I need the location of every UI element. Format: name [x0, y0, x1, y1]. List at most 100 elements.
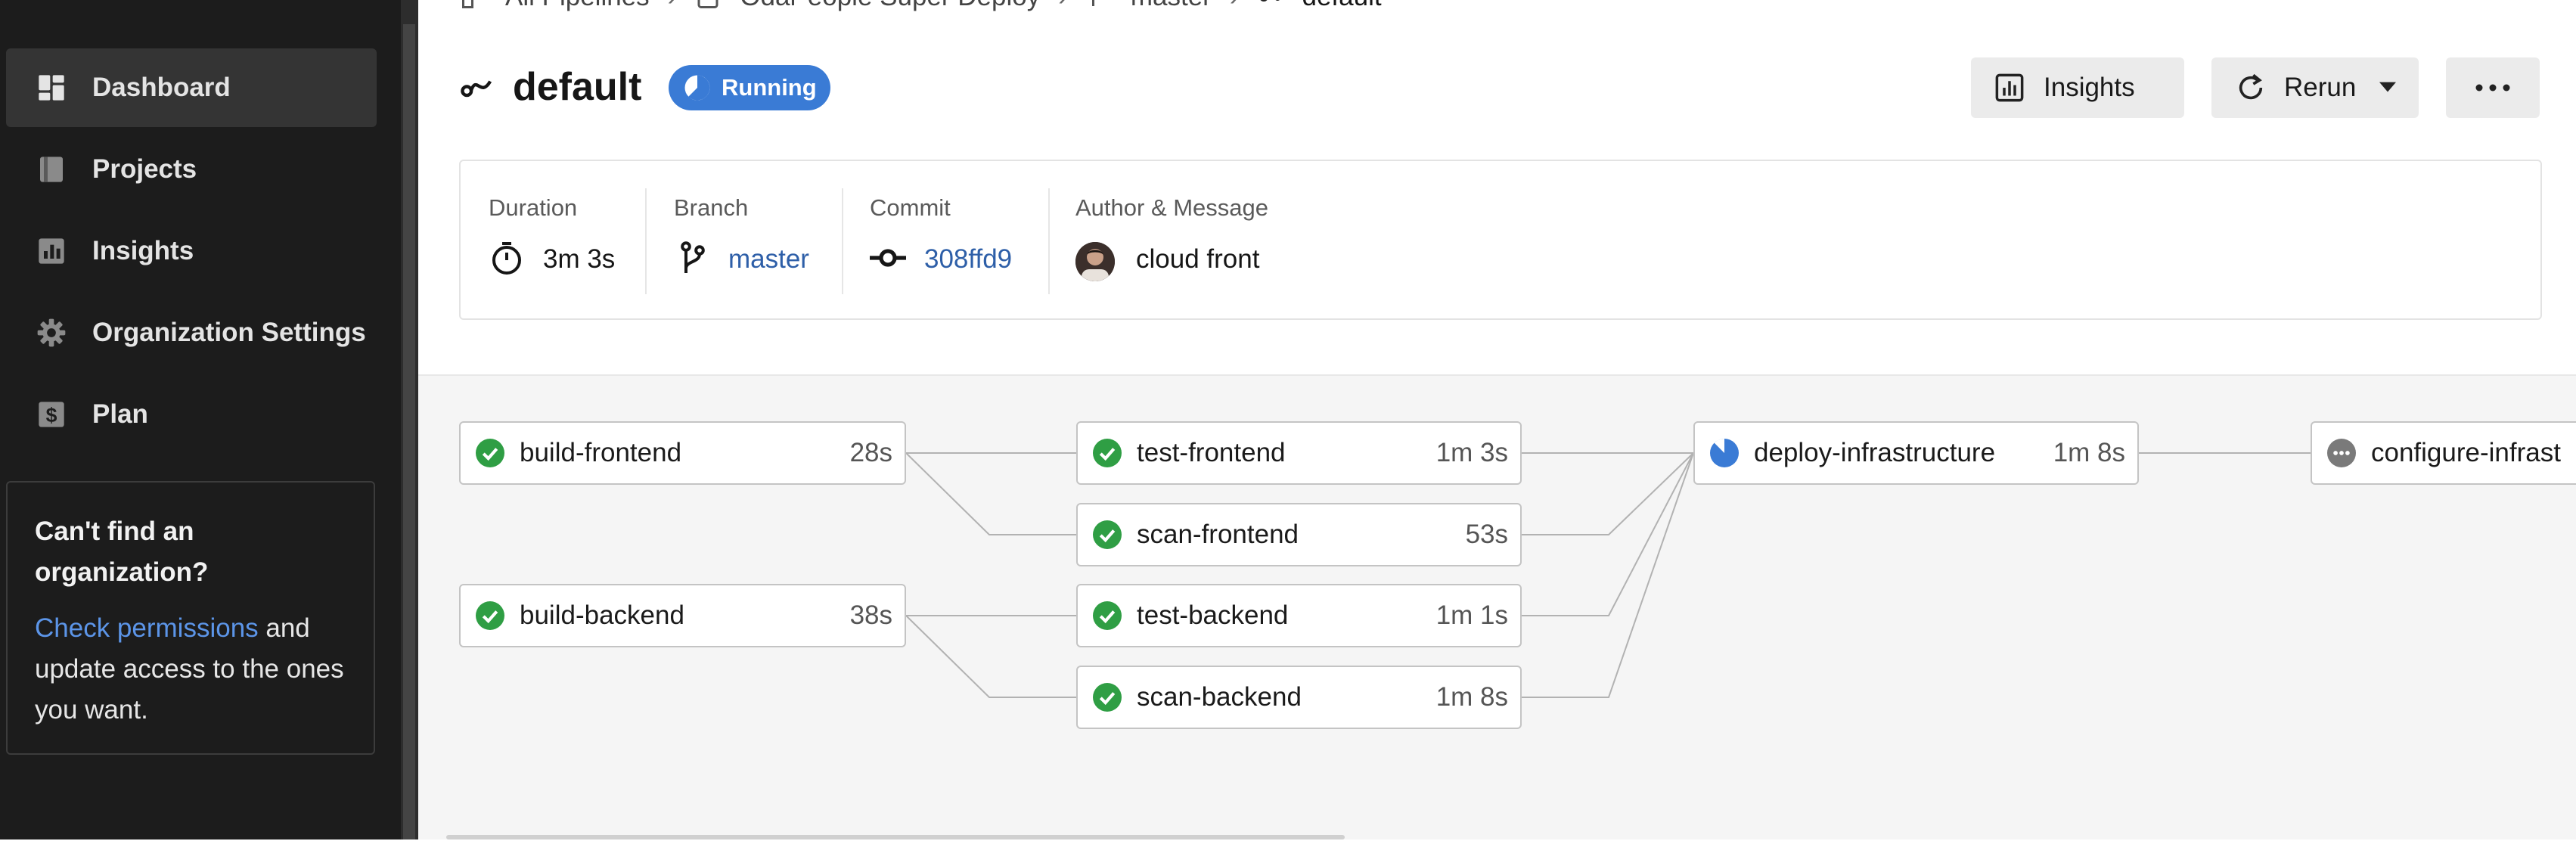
success-check-icon [476, 601, 504, 630]
insights-icon [39, 238, 64, 264]
breadcrumb-workflow[interactable]: default [1302, 0, 1382, 12]
job-duration: 1m 8s [1435, 682, 1508, 712]
duration-value: 3m 3s [543, 244, 616, 274]
sidebar-item-label: Projects [92, 154, 197, 184]
job-configure-infrastructure[interactable]: configure-infrast [2311, 421, 2576, 485]
success-check-icon [476, 439, 504, 467]
breadcrumb-separator-icon: › [668, 0, 677, 12]
breadcrumb: All Pipelines › Odar-eople Super Deploy … [460, 0, 1382, 12]
connector [1522, 452, 1694, 698]
refresh-icon [2239, 73, 2263, 100]
workflow-icon [1260, 0, 1280, 2]
breadcrumb-separator-icon: › [1230, 0, 1239, 12]
graph-scrollbar[interactable] [446, 835, 1345, 839]
insights-button[interactable]: Insights [1971, 57, 2184, 118]
avatar [1075, 242, 1115, 281]
breadcrumb-separator-icon: › [1058, 0, 1067, 12]
check-permissions-link[interactable]: Check permissions [35, 613, 259, 643]
project-icon [697, 0, 718, 8]
job-build-frontend[interactable]: build-frontend 28s [459, 421, 906, 485]
help-card: Can't find an organization? Check permiss… [6, 481, 375, 755]
workflow-icon [461, 80, 492, 98]
connector [1522, 452, 1694, 535]
job-name: scan-frontend [1137, 520, 1299, 549]
sidebar-item-organization-settings[interactable]: Organization Settings [6, 293, 377, 372]
more-icon [2475, 84, 2510, 92]
sidebar-item-label: Insights [92, 236, 194, 265]
sidebar: Dashboard Projects Insights Organization… [0, 0, 401, 839]
job-name: deploy-infrastructure [1754, 438, 1996, 467]
job-test-backend[interactable]: test-backend 1m 1s [1076, 584, 1522, 647]
running-icon [1710, 439, 1739, 467]
sidebar-item-label: Plan [92, 399, 148, 429]
commit-link[interactable]: 308ffd9 [924, 244, 1012, 275]
branch-icon [681, 241, 705, 273]
sidebar-item-label: Organization Settings [92, 318, 366, 347]
sidebar-item-projects[interactable]: Projects [6, 130, 377, 209]
connector [905, 615, 1076, 698]
dollar-icon: $ [39, 402, 64, 427]
success-check-icon [1093, 601, 1122, 630]
pipelines-icon [462, 0, 473, 8]
sidebar-item-label: Dashboard [92, 73, 231, 102]
author-label: Author & Message [1075, 194, 1269, 221]
help-title: Can't find an organization? [35, 517, 209, 587]
job-build-backend[interactable]: build-backend 38s [459, 584, 906, 647]
pipeline-info-card: Duration 3m 3s Branch master Commit 308f… [459, 160, 2542, 320]
pending-icon [2327, 439, 2356, 467]
timer-icon [492, 242, 521, 275]
sidebar-item-insights[interactable]: Insights [6, 212, 377, 290]
job-name: build-frontend [520, 438, 682, 467]
commit-label: Commit [870, 194, 951, 221]
job-duration: 28s [849, 438, 892, 467]
job-duration: 53s [1465, 520, 1508, 549]
gear-icon [37, 318, 66, 347]
job-name: build-backend [520, 600, 684, 630]
job-duration: 1m 3s [1435, 438, 1508, 467]
insights-icon [1995, 73, 2024, 102]
job-duration: 38s [849, 600, 892, 630]
author-value: cloud front [1136, 244, 1260, 274]
projects-icon [40, 157, 63, 182]
job-name: test-backend [1137, 600, 1289, 630]
breadcrumb-branch[interactable]: master [1131, 0, 1212, 12]
branch-label: Branch [674, 194, 749, 221]
branch-icon [1091, 0, 1094, 6]
rerun-button-label: Rerun [2284, 73, 2357, 102]
insights-button-label: Insights [2044, 73, 2135, 102]
job-name: test-frontend [1137, 438, 1286, 467]
divider [1048, 188, 1050, 294]
divider [842, 188, 843, 294]
status-text: Running [722, 74, 817, 101]
svg-text:$: $ [46, 404, 57, 427]
breadcrumb-project[interactable]: Odar-eople Super Deploy [740, 0, 1040, 12]
job-test-frontend[interactable]: test-frontend 1m 3s [1076, 421, 1522, 485]
job-name: configure-infrast [2371, 438, 2561, 467]
job-name: scan-backend [1137, 682, 1302, 712]
branch-link[interactable]: master [728, 244, 809, 275]
duration-label: Duration [489, 194, 578, 221]
breadcrumb-all-pipelines[interactable]: All Pipelines [505, 0, 650, 12]
job-scan-backend[interactable]: scan-backend 1m 8s [1076, 666, 1522, 729]
job-scan-frontend[interactable]: scan-frontend 53s [1076, 503, 1522, 566]
user-avatar-icon [1075, 242, 1115, 281]
job-deploy-infrastructure[interactable]: deploy-infrastructure 1m 8s [1693, 421, 2139, 485]
sidebar-item-plan[interactable]: $ Plan [6, 375, 377, 454]
chevron-down-icon [2379, 82, 2396, 92]
commit-icon [870, 249, 906, 267]
page-title: default [513, 65, 642, 109]
job-duration: 1m 8s [2053, 438, 2125, 467]
workflow-graph: build-frontend 28s build-backend 38s tes… [418, 374, 2576, 839]
connector [905, 452, 1076, 535]
job-duration: 1m 1s [1435, 600, 1508, 630]
status-badge: Running [669, 65, 830, 110]
success-check-icon [1093, 439, 1122, 467]
success-check-icon [1093, 683, 1122, 712]
more-options-button[interactable] [2446, 57, 2540, 118]
rerun-button[interactable]: Rerun [2211, 57, 2419, 118]
divider [645, 188, 647, 294]
sidebar-scrollbar-thumb[interactable] [403, 24, 415, 839]
sidebar-item-dashboard[interactable]: Dashboard [6, 48, 377, 127]
success-check-icon [1093, 520, 1122, 549]
running-icon [684, 75, 710, 101]
